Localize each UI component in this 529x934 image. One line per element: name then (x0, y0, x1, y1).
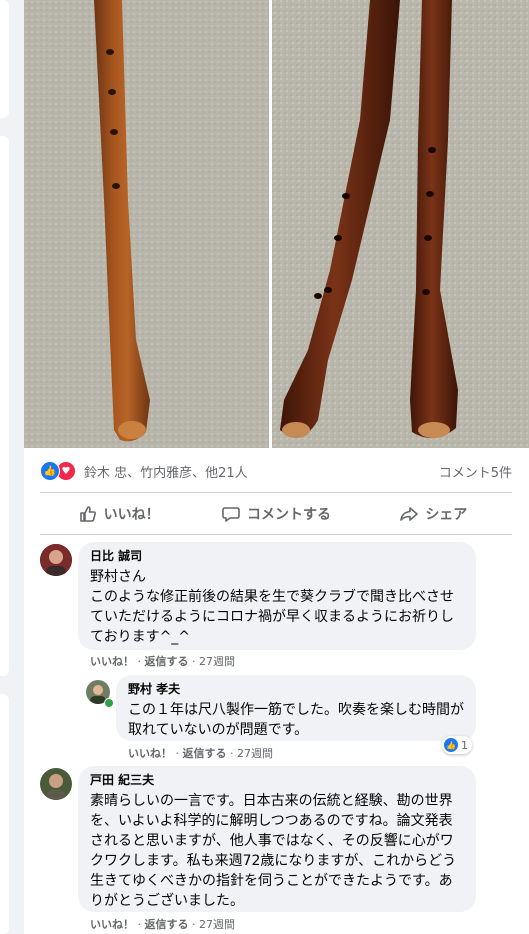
left-card (0, 694, 9, 934)
like-reaction-icon: 👍 (40, 461, 60, 481)
comment-button-label: コメントする (246, 507, 331, 523)
comment-meta: いいね！ · 返信する · 27週間 (128, 747, 273, 760)
comment-like-link[interactable]: いいね！ (90, 918, 134, 931)
like-button[interactable]: いいね！ (40, 496, 197, 532)
comment-time[interactable]: 27週間 (199, 655, 235, 668)
reactions-summary: 👍 ♥ 鈴木 忠、竹内雅彦、他21人 コメント5件 (40, 460, 512, 482)
comment-reply-link[interactable]: 返信する (183, 747, 227, 760)
comment-bubble: 日比 誠司 野村さん このような修正前後の結果を生で葵クラブで聞き比べさせていた… (78, 542, 476, 650)
comment-meta: いいね！ · 返信する · 27週間 (90, 655, 235, 668)
reply-reaction-badge[interactable]: 👍 1 (442, 736, 472, 754)
online-status-dot (104, 698, 114, 708)
share-button-label: シェア (425, 507, 468, 523)
comment-reply-link[interactable]: 返信する (145, 918, 189, 931)
left-card (0, 136, 9, 676)
reaction-names[interactable]: 鈴木 忠、竹内雅彦、他21人 (84, 462, 248, 481)
comment-bubble: 戸田 紀三夫 素晴らしいの一言です。日本古来の伝統と経験、勘の世界を、いよいよ科… (78, 766, 476, 912)
like-button-label: いいね！ (103, 507, 160, 523)
comment-author[interactable]: 日比 誠司 (90, 548, 464, 564)
post-photos (24, 0, 529, 448)
photo-single-shakuhachi[interactable] (24, 0, 269, 448)
comment-author[interactable]: 戸田 紀三夫 (90, 772, 464, 788)
like-reaction-icon: 👍 (444, 738, 458, 752)
comment-text: 素晴らしいの一言です。日本古来の伝統と経験、勘の世界を、いよいよ科学的に解明しつ… (90, 793, 457, 909)
post-actions: いいね！ コメントする シェア (40, 496, 512, 532)
reaction-count: 1 (461, 738, 468, 752)
comment-like-link[interactable]: いいね！ (128, 747, 172, 760)
left-column-edge (0, 0, 9, 934)
comment-time[interactable]: 27週間 (199, 918, 235, 931)
avatar[interactable] (40, 768, 72, 800)
comment-icon (222, 507, 240, 522)
divider (40, 492, 512, 493)
comment-count[interactable]: コメント5件 (439, 462, 512, 481)
divider (40, 534, 512, 535)
reply-bubble: 野村 孝夫 この１年は尺八製作一筋でした。吹奏を楽しむ時間が取れていないのが問題… (116, 675, 476, 741)
comment-like-link[interactable]: いいね！ (90, 655, 134, 668)
reaction-icons[interactable]: 👍 ♥ (40, 461, 78, 481)
comment-author[interactable]: 野村 孝夫 (128, 681, 464, 697)
share-icon (400, 507, 419, 521)
thumbs-up-icon (79, 506, 96, 522)
comment-text: この１年は尺八製作一筋でした。吹奏を楽しむ時間が取れていないのが問題です。 (128, 702, 464, 738)
left-card (0, 0, 9, 118)
comment-time[interactable]: 27週間 (237, 747, 273, 760)
comment-text: 野村さん このような修正前後の結果を生で葵クラブで聞き比べさせていただけるように… (90, 569, 454, 645)
comment-reply-link[interactable]: 返信する (145, 655, 189, 668)
share-button[interactable]: シェア (355, 496, 512, 532)
comment-button[interactable]: コメントする (197, 496, 354, 532)
photo-two-shakuhachi[interactable] (272, 0, 529, 448)
post-card: 👍 ♥ 鈴木 忠、竹内雅彦、他21人 コメント5件 いいね！ コメントする シェ… (24, 0, 529, 934)
avatar[interactable] (40, 544, 72, 576)
comment-meta: いいね！ · 返信する · 27週間 (90, 918, 235, 931)
